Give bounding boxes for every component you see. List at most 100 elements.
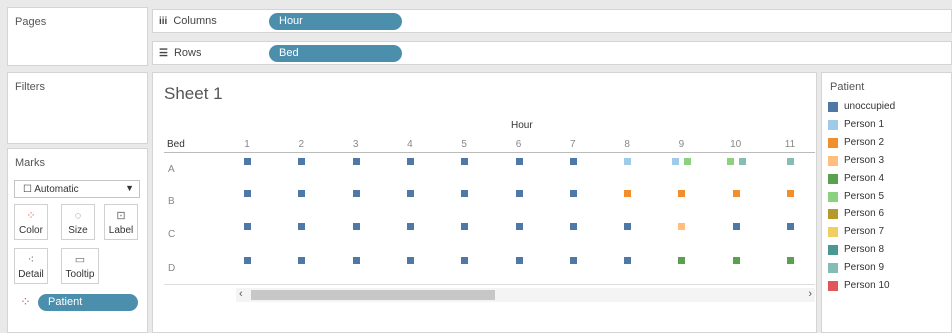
mark-D-5[interactable] — [461, 257, 469, 264]
legend-label: Person 4 — [844, 172, 885, 184]
mark-type-icon: ☐ — [23, 184, 32, 195]
mark-C-2[interactable] — [298, 223, 306, 230]
bed-pill[interactable]: Bed — [269, 45, 402, 62]
sheet-title: Sheet 1 — [164, 84, 223, 103]
size-button-label: Size — [68, 225, 88, 236]
scroll-right-icon[interactable]: › — [808, 288, 812, 300]
header-divider — [164, 152, 815, 153]
detail-button-label: Detail — [18, 269, 44, 280]
mark-B-11[interactable] — [787, 190, 794, 197]
mark-type-dropdown[interactable]: ☐ Automatic ▼ — [14, 180, 140, 198]
size-icon: ◌ — [74, 210, 82, 222]
mark-C-10[interactable] — [732, 223, 740, 230]
hour-tick-11: 11 — [784, 139, 796, 150]
legend-label: Person 9 — [844, 262, 885, 274]
mark-D-6[interactable] — [515, 257, 523, 264]
pages-shelf[interactable]: Pages — [7, 7, 148, 66]
hour-pill[interactable]: Hour — [269, 13, 402, 30]
mark-B-1[interactable] — [244, 190, 251, 197]
mark-B-4[interactable] — [406, 190, 414, 197]
tooltip-icon: ▭ — [74, 254, 86, 266]
tooltip-button[interactable]: ▭ Tooltip — [61, 248, 99, 284]
legend-label: Person 6 — [844, 208, 885, 220]
mark-D-2[interactable] — [298, 257, 306, 264]
mark-B-3[interactable] — [352, 190, 360, 197]
mark-D-11[interactable] — [787, 257, 794, 264]
mark-D-10[interactable] — [732, 257, 740, 264]
mark-A-6[interactable] — [515, 158, 523, 165]
mark-type-value: Automatic — [34, 184, 79, 195]
mark-B-10[interactable] — [732, 190, 740, 197]
legend-swatch — [828, 137, 838, 148]
legend-swatch — [828, 281, 838, 291]
mark-A-9[interactable] — [684, 158, 692, 165]
legend-label: Person 10 — [844, 280, 890, 291]
legend-swatch — [828, 119, 838, 130]
legend-swatch — [828, 227, 838, 238]
mark-A-11[interactable] — [787, 158, 794, 165]
tooltip-button-label: Tooltip — [65, 269, 95, 280]
mark-B-5[interactable] — [461, 190, 469, 197]
marks-title: Marks — [15, 157, 45, 169]
filters-shelf[interactable]: Filters — [7, 72, 148, 144]
legend-swatch — [828, 191, 838, 202]
detail-icon: ⁖ — [27, 254, 35, 266]
mark-A-7[interactable] — [569, 158, 577, 165]
mark-C-11[interactable] — [787, 223, 794, 230]
legend-swatch — [828, 263, 838, 274]
patient-field-pill[interactable]: Patient — [38, 294, 138, 311]
color-button[interactable]: ⁘ Color — [14, 204, 48, 240]
row-header-bed: Bed — [167, 139, 185, 150]
mark-B-9[interactable] — [678, 190, 686, 197]
mark-A-1[interactable] — [244, 158, 251, 165]
legend-swatch — [828, 209, 838, 220]
mark-A-9[interactable] — [672, 158, 680, 165]
mark-A-5[interactable] — [461, 158, 469, 165]
mark-A-10[interactable] — [738, 158, 746, 165]
mark-A-8[interactable] — [624, 158, 632, 165]
mark-A-2[interactable] — [298, 158, 306, 165]
mark-B-8[interactable] — [624, 190, 632, 197]
mark-A-10[interactable] — [726, 158, 734, 165]
detail-button[interactable]: ⁖ Detail — [14, 248, 48, 284]
mark-D-4[interactable] — [406, 257, 414, 264]
filters-title: Filters — [15, 81, 45, 93]
bottom-axis-line — [164, 284, 815, 285]
legend-label: Person 8 — [844, 244, 885, 256]
mark-C-9[interactable] — [678, 223, 686, 230]
mark-C-5[interactable] — [461, 223, 469, 230]
mark-D-3[interactable] — [352, 257, 360, 264]
legend-label: Person 1 — [844, 118, 885, 130]
mark-A-3[interactable] — [352, 158, 360, 165]
hour-tick-8: 8 — [624, 139, 630, 150]
mark-B-6[interactable] — [515, 190, 523, 197]
columns-icon: iii — [159, 16, 168, 27]
mark-D-7[interactable] — [569, 257, 577, 264]
hour-tick-2: 2 — [298, 139, 305, 150]
mark-C-8[interactable] — [624, 223, 632, 230]
legend-title: Patient — [830, 81, 865, 93]
mark-D-9[interactable] — [678, 257, 686, 264]
label-button[interactable]: ⊡ Label — [104, 204, 138, 240]
size-button[interactable]: ◌ Size — [61, 204, 95, 240]
label-button-label: Label — [108, 225, 134, 236]
columns-shelf[interactable]: iii Columns Hour — [152, 9, 952, 33]
mark-C-1[interactable] — [244, 223, 251, 230]
mark-C-3[interactable] — [352, 223, 360, 230]
scrollbar-thumb[interactable] — [251, 290, 495, 300]
rows-shelf[interactable]: ☰ Rows Bed — [152, 41, 952, 65]
scroll-left-icon[interactable]: ‹ — [239, 288, 243, 300]
bed-label-A: A — [168, 164, 175, 175]
mark-B-7[interactable] — [569, 190, 577, 197]
mark-A-4[interactable] — [406, 158, 414, 165]
legend-label: unoccupied — [844, 101, 896, 112]
rows-label: Rows — [173, 47, 202, 59]
mark-C-6[interactable] — [515, 223, 523, 230]
mark-D-1[interactable] — [244, 257, 251, 264]
mark-B-2[interactable] — [298, 190, 306, 197]
legend-swatch — [828, 155, 838, 166]
mark-D-8[interactable] — [624, 257, 632, 264]
horizontal-scrollbar[interactable]: ‹ › — [236, 288, 815, 302]
mark-C-4[interactable] — [406, 223, 414, 230]
mark-C-7[interactable] — [569, 223, 577, 230]
